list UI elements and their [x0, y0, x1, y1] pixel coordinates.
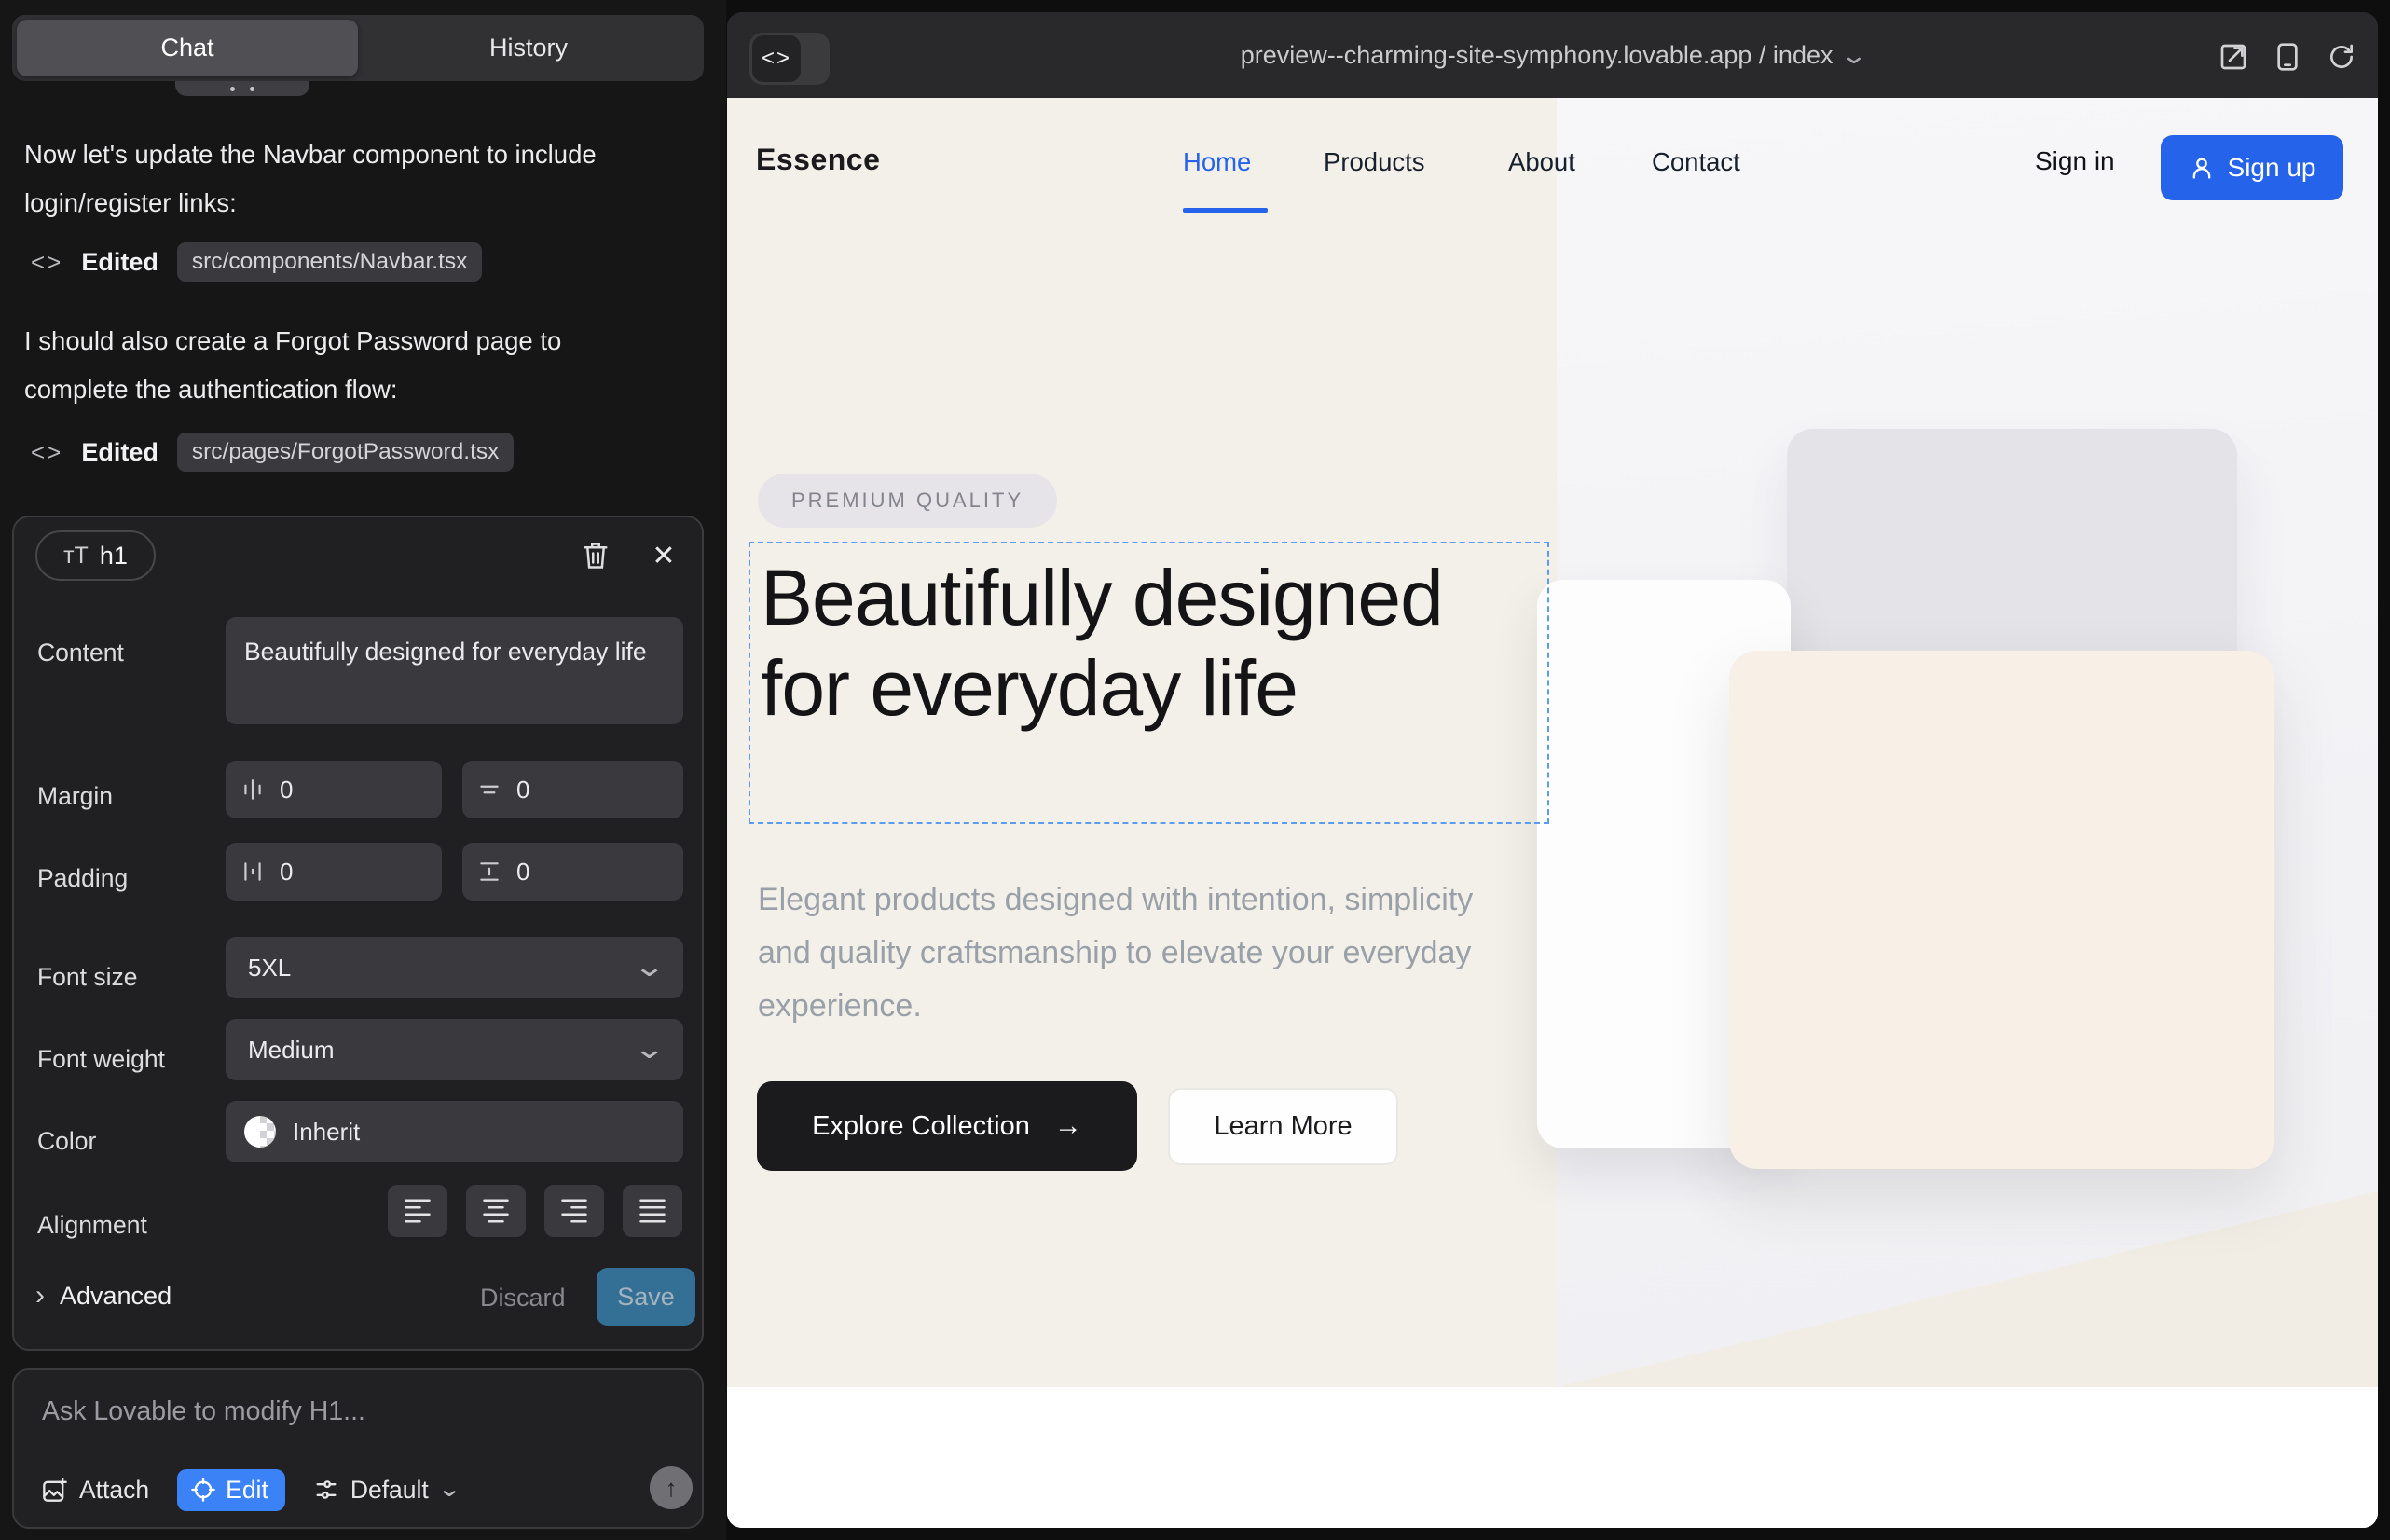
chevron-down-icon: ⌄ — [1840, 41, 1869, 70]
save-button[interactable]: Save — [597, 1268, 695, 1326]
decorative-card-beige — [1729, 651, 2274, 1169]
content-label: Content — [37, 639, 124, 667]
preview-url: preview--charming-site-symphony.lovable.… — [1241, 41, 1834, 70]
delete-element-button[interactable] — [578, 538, 613, 573]
chevron-right-icon: › — [35, 1280, 45, 1312]
alignment-label: Alignment — [37, 1211, 147, 1240]
edited-file-row: <> Edited src/pages/ForgotPassword.tsx — [31, 431, 514, 474]
align-center-icon — [482, 1199, 510, 1223]
tab-history[interactable]: History — [358, 20, 699, 76]
hero-headline[interactable]: Beautifully designed for everyday life — [761, 553, 1534, 734]
chat-message: I should also create a Forgot Password p… — [24, 317, 667, 414]
nav-link-products[interactable]: Products — [1324, 147, 1425, 177]
margin-vertical-icon — [477, 777, 501, 802]
preview-window: preview--charming-site-symphony.lovable.… — [727, 12, 2378, 1528]
close-icon: ✕ — [652, 540, 675, 572]
refresh-button[interactable] — [2323, 38, 2360, 76]
below-hero-section — [727, 1387, 2378, 1528]
padding-horizontal-icon — [240, 859, 265, 884]
dot — [230, 87, 235, 91]
tab-chat[interactable]: Chat — [17, 20, 358, 76]
file-chip[interactable]: src/components/Navbar.tsx — [177, 242, 482, 282]
file-chip[interactable]: src/pages/ForgotPassword.tsx — [177, 433, 515, 472]
margin-x-input[interactable]: 0 — [226, 761, 442, 818]
mobile-view-button[interactable] — [2269, 38, 2306, 76]
code-icon: <> — [31, 438, 62, 467]
premium-quality-badge: PREMIUM QUALITY — [758, 474, 1057, 528]
app-root: Chat History Now let's update the Navbar… — [0, 0, 2390, 1540]
learn-more-button[interactable]: Learn More — [1168, 1088, 1398, 1165]
nav-link-contact[interactable]: Contact — [1652, 147, 1740, 177]
chat-input[interactable] — [42, 1396, 676, 1445]
chat-composer: Attach Edit Default ⌄ — [12, 1368, 704, 1529]
margin-label: Margin — [37, 782, 113, 811]
scrolled-chip-partial — [175, 81, 309, 96]
hero-subtext: Elegant products designed with intention… — [758, 873, 1504, 1033]
margin-horizontal-icon — [240, 777, 265, 802]
align-right-button[interactable] — [544, 1185, 604, 1237]
color-swatch — [244, 1116, 276, 1148]
sliders-icon — [313, 1477, 339, 1503]
code-icon: <> — [31, 248, 62, 277]
lovable-sidebar: Chat History Now let's update the Navbar… — [0, 0, 726, 1540]
edit-mode-button[interactable]: Edit — [177, 1469, 285, 1511]
sign-in-link[interactable]: Sign in — [2035, 146, 2115, 176]
sign-up-button[interactable]: Sign up — [2161, 135, 2343, 200]
attach-button[interactable]: Attach — [42, 1476, 149, 1505]
site-logo[interactable]: Essence — [756, 143, 880, 177]
attach-image-icon — [42, 1477, 68, 1503]
send-button[interactable]: ↑ — [650, 1466, 693, 1509]
code-icon: <> — [752, 35, 801, 82]
model-default-select[interactable]: Default ⌄ — [313, 1476, 459, 1505]
hero-bg-left — [727, 98, 1557, 1387]
close-editor-button[interactable]: ✕ — [646, 538, 681, 573]
align-center-button[interactable] — [466, 1185, 526, 1237]
dot — [250, 87, 254, 91]
trash-icon — [582, 540, 610, 571]
refresh-icon — [2327, 42, 2356, 72]
align-left-button[interactable] — [388, 1185, 447, 1237]
target-icon — [190, 1477, 216, 1503]
font-weight-select[interactable]: Medium ⌄ — [226, 1019, 683, 1080]
font-weight-label: Font weight — [37, 1045, 165, 1074]
user-icon — [2189, 155, 2215, 181]
external-link-icon — [2218, 42, 2248, 72]
padding-x-input[interactable]: 0 — [226, 843, 442, 901]
padding-y-input[interactable]: 0 — [462, 843, 683, 901]
preview-topbar: preview--charming-site-symphony.lovable.… — [727, 12, 2378, 98]
nav-link-home[interactable]: Home — [1183, 147, 1251, 177]
element-editor-panel: ᴛT h1 ✕ Content Beautifully designed for… — [12, 516, 704, 1351]
align-left-icon — [404, 1199, 432, 1223]
typography-icon: ᴛT — [63, 543, 89, 570]
discard-button[interactable]: Discard — [480, 1284, 566, 1313]
margin-y-input[interactable]: 0 — [462, 761, 683, 818]
color-select[interactable]: Inherit — [226, 1101, 683, 1162]
hero-bg-wedge — [1557, 1191, 2378, 1387]
padding-vertical-icon — [477, 859, 501, 884]
edited-file-row: <> Edited src/components/Navbar.tsx — [31, 241, 482, 283]
smartphone-icon — [2273, 42, 2301, 72]
advanced-toggle[interactable]: › Advanced — [35, 1280, 172, 1312]
align-justify-icon — [639, 1199, 666, 1223]
content-input[interactable]: Beautifully designed for everyday life — [226, 617, 683, 724]
explore-collection-button[interactable]: Explore Collection → — [757, 1081, 1137, 1171]
composer-toolbar: Attach Edit Default ⌄ — [42, 1467, 459, 1512]
active-nav-underline — [1183, 208, 1268, 213]
arrow-up-icon: ↑ — [666, 1474, 678, 1503]
align-right-icon — [560, 1199, 588, 1223]
font-size-label: Font size — [37, 963, 138, 992]
selected-element-tag: ᴛT h1 — [35, 530, 156, 581]
arrow-right-icon: → — [1054, 1110, 1082, 1142]
align-justify-button[interactable] — [623, 1185, 682, 1237]
chat-message: Now let's update the Navbar component to… — [24, 131, 667, 227]
color-label: Color — [37, 1127, 96, 1156]
padding-label: Padding — [37, 864, 128, 893]
preview-url-dropdown[interactable]: preview--charming-site-symphony.lovable.… — [727, 12, 2378, 98]
chat-history-tabbar: Chat History — [12, 15, 704, 81]
site-canvas: Essence Home Products About Contact Sign… — [727, 98, 2378, 1528]
nav-link-about[interactable]: About — [1508, 147, 1575, 177]
open-in-new-tab-button[interactable] — [2215, 38, 2252, 76]
code-view-toggle[interactable]: <> — [749, 33, 830, 85]
font-size-select[interactable]: 5XL ⌄ — [226, 937, 683, 998]
